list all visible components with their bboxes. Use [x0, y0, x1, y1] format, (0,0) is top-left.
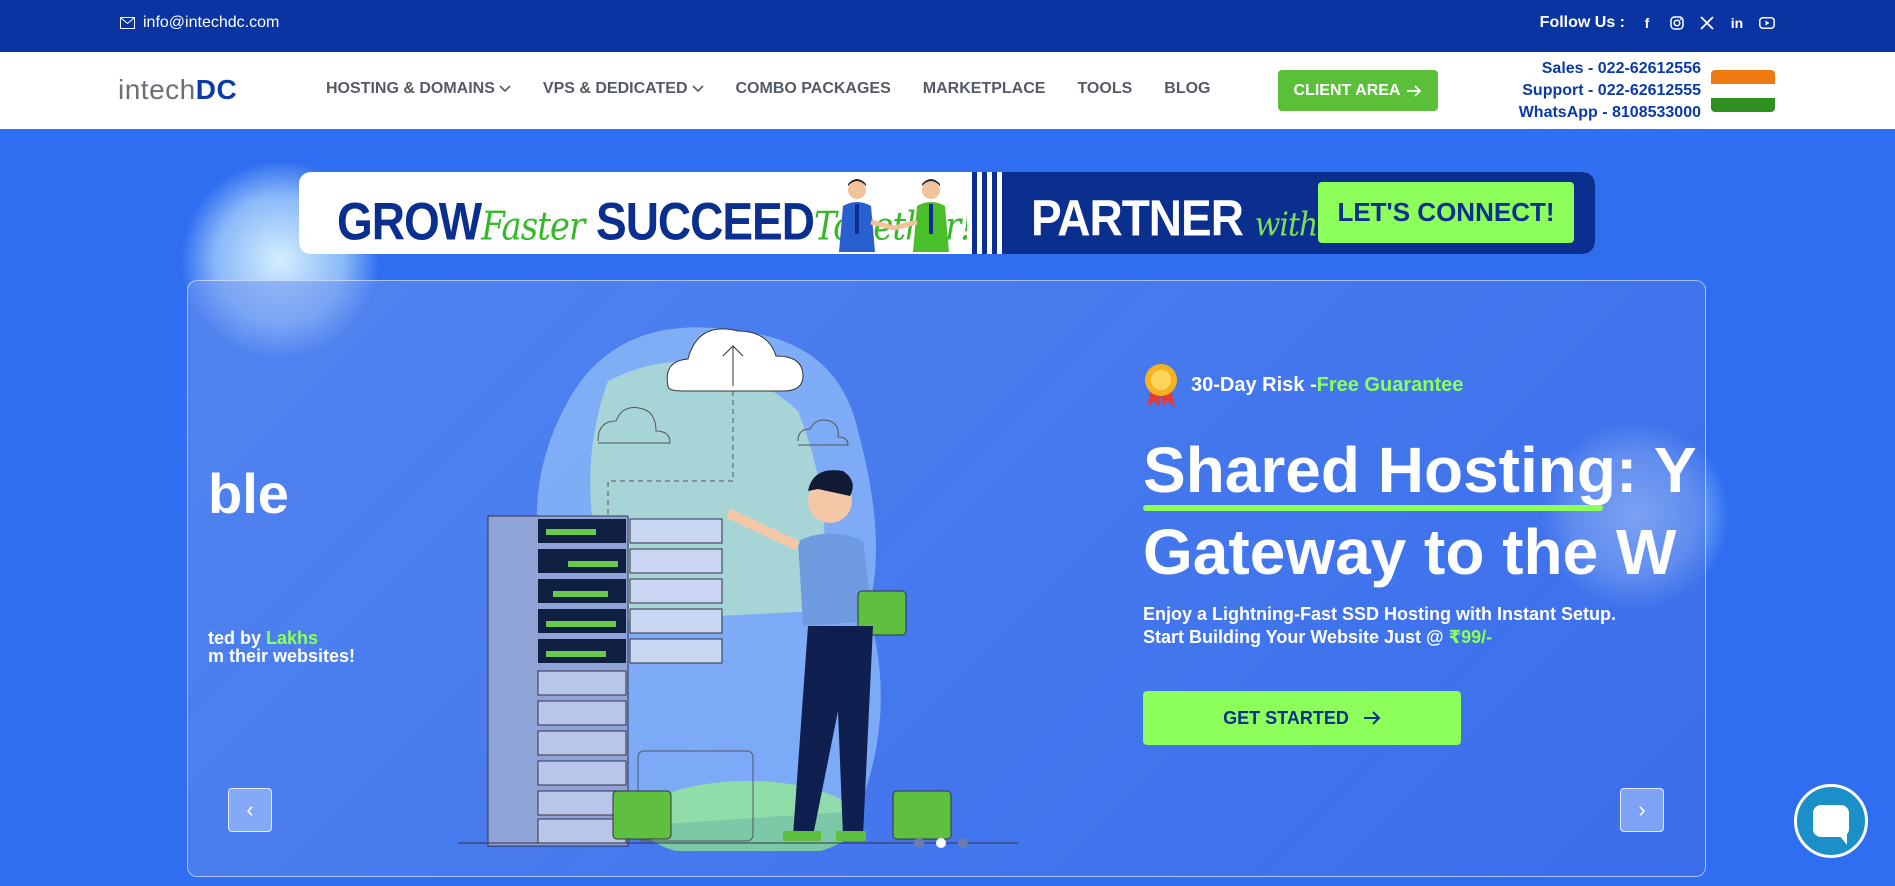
hero-title: Shared Hosting: Y Gateway to the W	[1143, 429, 1697, 593]
site-logo[interactable]: intechDC	[118, 74, 237, 106]
nav-label: VPS & DEDICATED	[542, 80, 688, 97]
arrow-right-icon	[1363, 711, 1381, 725]
slider-prev-button[interactable]: ‹	[228, 788, 272, 832]
sales-phone[interactable]: Sales - 022-62612556	[1519, 58, 1701, 80]
youtube-icon[interactable]	[1759, 15, 1775, 31]
x-twitter-icon[interactable]	[1699, 15, 1715, 31]
banner-faster: Faster	[481, 203, 585, 250]
chat-bubble-icon	[1813, 805, 1849, 845]
hero-title-line1: Shared Hosting: Y	[1143, 434, 1697, 506]
nav-label: COMBO PACKAGES	[735, 80, 891, 97]
nav-item-tools[interactable]: TOOLS	[1077, 80, 1132, 98]
slider-dot[interactable]	[958, 838, 968, 848]
logo-text: intech	[118, 74, 196, 105]
hero-subtitle-line2: Start Building Your Website Just @	[1143, 627, 1449, 647]
award-medal-icon	[1145, 364, 1177, 407]
social-links: Follow Us : f in	[1540, 14, 1775, 32]
title-underline	[1143, 505, 1603, 511]
guarantee-badge: 30-Day Risk -Free Guarantee	[1143, 363, 1463, 407]
hero-title-line2: Gateway to the W	[1143, 516, 1677, 588]
previous-slide-title: ble	[208, 462, 289, 525]
nav-label: TOOLS	[1077, 80, 1133, 97]
mail-icon	[120, 17, 135, 29]
email-text: info@intechdc.com	[143, 14, 280, 31]
get-started-label: GET STARTED	[1223, 707, 1349, 728]
arrow-right-icon	[1407, 84, 1422, 97]
prev-text-line2: m their websites!	[208, 646, 356, 666]
nav-item-marketplace[interactable]: MARKETPLACE	[923, 80, 1046, 98]
banner-partner: PARTNER with us	[1031, 188, 1360, 247]
get-started-button[interactable]: GET STARTED	[1143, 691, 1461, 745]
facebook-icon[interactable]: f	[1639, 15, 1655, 31]
nav-item-vps-dedicated[interactable]: VPS & DEDICATED	[543, 80, 704, 98]
previous-slide-peek: ble ted by Lakhs m their websites!	[208, 461, 355, 665]
slider-dot[interactable]	[914, 838, 924, 848]
guarantee-text: 30-Day Risk -	[1191, 373, 1317, 396]
main-header: intechDC HOSTING & DOMAINS VPS & DEDICAT…	[0, 52, 1895, 129]
email-link[interactable]: info@intechdc.com	[120, 14, 279, 32]
client-area-label: CLIENT AREA	[1293, 81, 1401, 99]
previous-slide-text: ted by Lakhs m their websites!	[208, 629, 355, 665]
lets-connect-button[interactable]: LET'S CONNECT!	[1318, 182, 1574, 243]
support-phone[interactable]: Support - 022-62612555	[1519, 80, 1701, 102]
nav-item-combo-packages[interactable]: COMBO PACKAGES	[736, 80, 891, 98]
nav-label: HOSTING & DOMAINS	[326, 80, 495, 97]
nav-item-hosting-domains[interactable]: HOSTING & DOMAINS	[326, 80, 511, 98]
slider-dots	[914, 838, 968, 848]
hero-subtitle-line1: Enjoy a Lightning-Fast SSD Hosting with …	[1143, 604, 1616, 624]
prev-text-line1: ted by	[208, 628, 267, 648]
slider-next-button[interactable]: ›	[1620, 788, 1664, 832]
client-area-button[interactable]: CLIENT AREA	[1278, 70, 1438, 111]
hero-price: ₹99/-	[1448, 627, 1493, 647]
follow-label: Follow Us :	[1539, 14, 1625, 31]
instagram-icon[interactable]	[1669, 15, 1685, 31]
banner-stripes	[967, 172, 1003, 254]
nav-label: BLOG	[1164, 80, 1211, 97]
prev-text-highlight: Lakhs	[266, 628, 319, 648]
main-menu: HOSTING & DOMAINS VPS & DEDICATED COMBO …	[326, 80, 1210, 98]
guarantee-highlight: Free Guarantee	[1316, 373, 1464, 396]
slider-dot-active[interactable]	[936, 838, 946, 848]
hero-slider: ble ted by Lakhs m their websites! 30-Da…	[187, 280, 1706, 877]
contact-numbers: Sales - 022-62612556 Support - 022-62612…	[1519, 58, 1701, 124]
partner-promo-banner[interactable]: GROWFaster SUCCEEDTogether! PARTNER with…	[299, 172, 1595, 254]
whatsapp-phone[interactable]: WhatsApp - 8108533000	[1519, 102, 1701, 124]
chevron-down-icon	[499, 85, 511, 93]
banner-grow: GROW	[337, 191, 482, 251]
hero-subtitle: Enjoy a Lightning-Fast SSD Hosting with …	[1143, 603, 1616, 649]
nav-label: MARKETPLACE	[922, 80, 1046, 97]
india-flag-icon[interactable]	[1711, 70, 1775, 112]
server-cloud-illustration	[458, 327, 1018, 851]
banner-partner-text: PARTNER	[1031, 189, 1244, 247]
linkedin-icon[interactable]: in	[1729, 15, 1745, 31]
chat-widget-button[interactable]	[1794, 784, 1868, 858]
chevron-down-icon	[691, 85, 704, 93]
handshake-people-icon	[839, 179, 949, 252]
logo-accent: DC	[195, 74, 238, 105]
top-bar: info@intechdc.com Follow Us : f in	[0, 0, 1895, 52]
nav-item-blog[interactable]: BLOG	[1164, 80, 1210, 98]
banner-succeed: SUCCEED	[596, 191, 815, 251]
